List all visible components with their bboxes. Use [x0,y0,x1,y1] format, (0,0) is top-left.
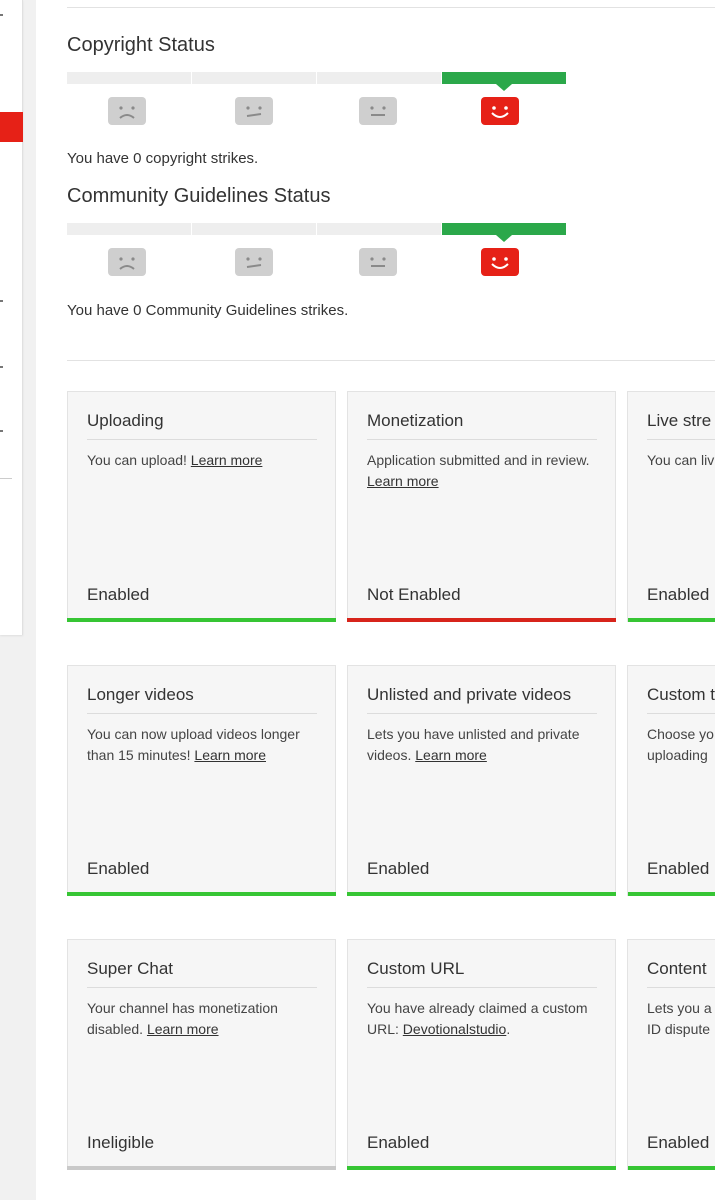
card-status: Enabled [87,859,150,878]
card-title: Uploading [87,411,164,430]
learn-more-link[interactable]: Learn more [191,452,263,468]
card-divider [87,439,317,440]
meter-segment [67,223,191,235]
section-divider [67,360,715,361]
status-bar [628,618,715,622]
card-description-text: Application submitted and in review. [367,452,590,468]
left-sidebar [0,0,23,635]
status-bar [347,618,616,622]
neutral-face-icon [359,248,397,276]
card-status: Not Enabled [367,585,461,604]
card-divider [87,987,317,988]
status-bar [67,892,336,896]
feature-card-live-streaming: Live stre You can liv Enabled [627,391,715,622]
card-title: Custom t [647,685,715,704]
community-strikes-text: You have 0 Community Guidelines strikes. [67,302,349,319]
feature-card-content-id: Content Lets you a ID dispute Enabled [627,939,715,1170]
learn-more-link[interactable]: Learn more [415,747,487,763]
learn-more-link[interactable]: Learn more [147,1021,219,1037]
meter-segment-active [442,72,566,91]
card-title: Unlisted and private videos [367,685,572,704]
card-status: Ineligible [87,1133,155,1152]
feature-card-custom-thumbnails: Custom t Choose yo uploading Enabled [627,665,715,896]
community-strike-meter [67,223,567,283]
card-description: Lets you have unlisted and private video… [367,724,603,766]
status-bar [347,892,616,896]
card-divider [367,987,597,988]
neutral-face-icon [235,97,273,125]
card-status: Enabled [647,585,710,604]
card-status: Enabled [647,859,710,878]
sidebar-selected-item[interactable] [0,112,23,142]
status-bar [628,1166,715,1170]
card-status: Enabled [367,1133,430,1152]
feature-card-unlisted-private: Unlisted and private videos Lets you hav… [347,665,616,896]
card-divider [367,439,597,440]
card-title: Longer videos [87,685,194,704]
happy-face-icon [481,97,519,125]
status-bar [628,892,715,896]
copyright-status-title: Copyright Status [67,34,215,56]
sidebar-item-marker[interactable] [0,14,3,16]
channel-status-panel: Copyright Status You have 0 copyright st… [36,0,715,1200]
status-bar [67,1166,336,1170]
sad-face-icon [108,248,146,276]
card-status: Enabled [647,1133,710,1152]
neutral-face-icon [359,97,397,125]
card-title: Content [647,959,707,978]
card-title: Live stre [647,411,712,430]
feature-card-uploading: Uploading You can upload! Learn more Ena… [67,391,336,622]
sidebar-item-marker[interactable] [0,300,3,302]
copyright-strike-meter [67,72,567,132]
card-description: You can now upload videos longer than 15… [87,724,323,766]
card-description-suffix: . [506,1021,511,1037]
learn-more-link[interactable]: Learn more [367,473,439,489]
status-bar [67,618,336,622]
card-title: Super Chat [87,959,173,978]
card-status: Enabled [367,859,430,878]
top-divider [67,7,715,8]
card-description: You can upload! Learn more [87,450,323,471]
card-description: Lets you a ID dispute [647,1000,712,1037]
card-description: Application submitted and in review. Lea… [367,450,603,492]
card-status: Enabled [87,585,150,604]
custom-url-link[interactable]: Devotionalstudio [403,1021,507,1037]
meter-segment [67,72,191,84]
card-divider [647,439,715,440]
meter-segment-active [442,223,566,242]
card-description: You can liv [647,452,715,468]
card-divider [87,713,317,714]
card-divider [647,713,715,714]
feature-card-custom-url: Custom URL You have already claimed a cu… [347,939,616,1170]
card-description-text: You can upload! [87,452,191,468]
card-title: Monetization [367,411,464,430]
meter-segment [192,72,316,84]
neutral-face-icon [235,248,273,276]
feature-card-super-chat: Super Chat Your channel has monetization… [67,939,336,1170]
feature-card-longer-videos: Longer videos You can now upload videos … [67,665,336,896]
feature-card-monetization: Monetization Application submitted and i… [347,391,616,622]
meter-segment [317,72,441,84]
meter-segment [192,223,316,235]
card-description: You have already claimed a custom URL: D… [367,998,603,1040]
card-title: Custom URL [367,959,465,978]
status-bar [347,1166,616,1170]
card-description: Your channel has monetization disabled. … [87,998,323,1040]
card-description: Choose yo uploading [647,726,714,763]
sad-face-icon [108,97,146,125]
copyright-strikes-text: You have 0 copyright strikes. [67,150,259,167]
happy-face-icon [481,248,519,276]
sidebar-item-marker[interactable] [0,430,3,432]
community-status-title: Community Guidelines Status [67,185,331,207]
meter-segment [317,223,441,235]
sidebar-divider [0,478,12,479]
sidebar-item-marker[interactable] [0,366,3,368]
learn-more-link[interactable]: Learn more [194,747,266,763]
card-divider [367,713,597,714]
card-divider [647,987,715,988]
